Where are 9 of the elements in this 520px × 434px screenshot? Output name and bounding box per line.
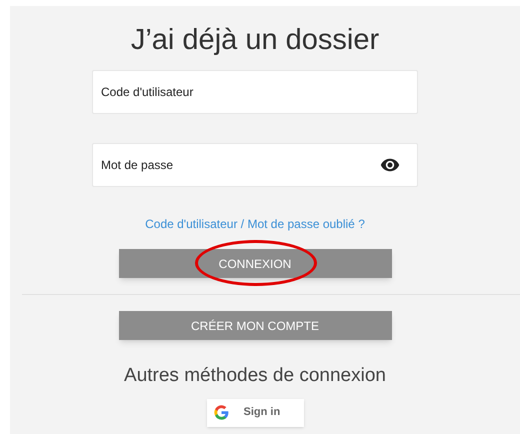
login-button[interactable]: CONNEXION <box>118 249 392 278</box>
google-sign-in-button[interactable]: Sign in <box>206 398 304 426</box>
section-heading: Autres méthodes de connexion <box>124 364 386 388</box>
page-title: J’ai déjà un dossier <box>130 23 380 58</box>
username-field[interactable]: Code d'utilisateur <box>92 70 418 114</box>
google-g-icon <box>214 405 228 420</box>
password-field[interactable]: Mot de passe <box>92 143 418 187</box>
forgot-credentials-link[interactable]: Code d'utilisateur / Mot de passe oublié ? <box>145 215 365 233</box>
create-account-button[interactable]: CRÉER MON COMPTE <box>118 311 392 340</box>
